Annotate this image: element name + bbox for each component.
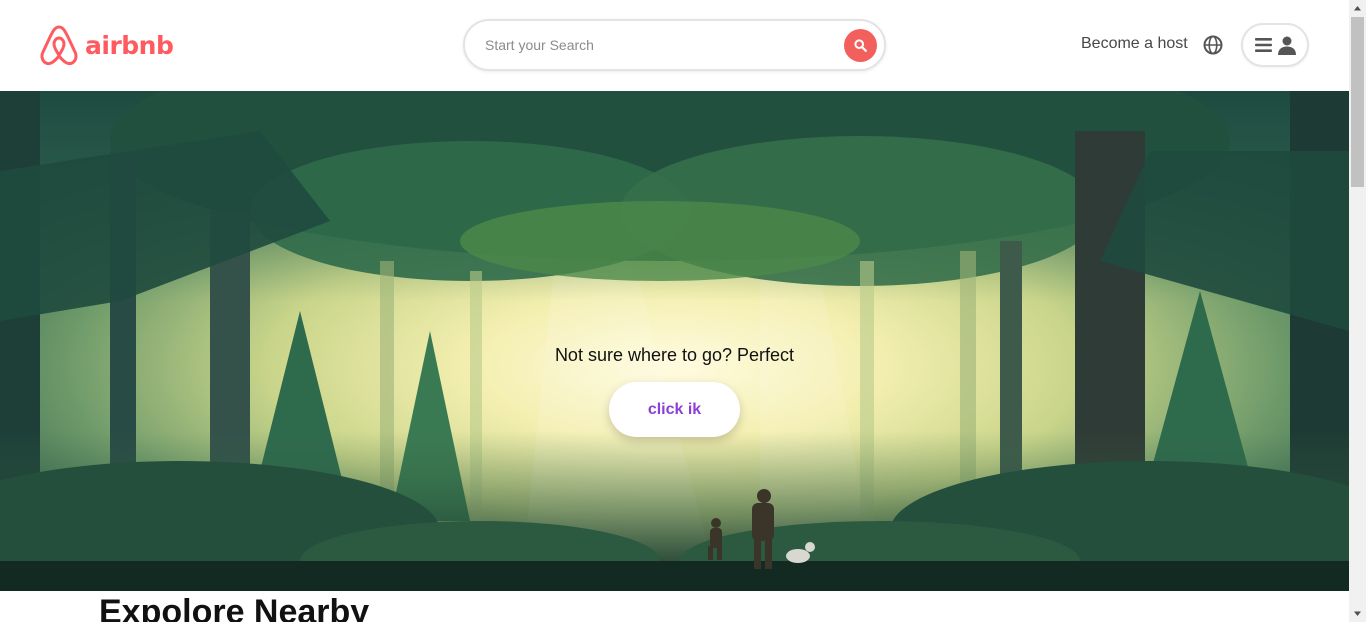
vertical-scrollbar[interactable] [1349,0,1366,622]
scroll-up-arrow-icon[interactable] [1349,0,1366,17]
user-icon [1278,36,1296,55]
scroll-down-arrow-icon[interactable] [1349,605,1366,622]
scrollbar-thumb[interactable] [1351,17,1364,187]
explore-nearby-title: Expolore Nearby [99,593,370,622]
search-input[interactable] [485,34,825,56]
flexible-cta-button[interactable]: click ik [609,382,740,437]
airbnb-logo-icon [40,25,78,66]
user-menu-button[interactable] [1241,23,1309,67]
hamburger-icon [1255,38,1272,52]
globe-icon[interactable] [1202,34,1224,56]
top-header: airbnb Become a host [0,0,1349,91]
page: airbnb Become a host [0,0,1349,622]
become-host-link[interactable]: Become a host [1081,35,1188,53]
search-bar [463,19,886,71]
search-icon [854,39,867,52]
airbnb-logo[interactable]: airbnb [39,23,174,67]
search-button[interactable] [844,29,877,62]
logo-text: airbnb [85,30,174,60]
hero-banner: Not sure where to go? Perfect click ik [0,91,1349,591]
forest-hero-image [0,91,1349,591]
hero-tagline: Not sure where to go? Perfect [554,345,795,365]
